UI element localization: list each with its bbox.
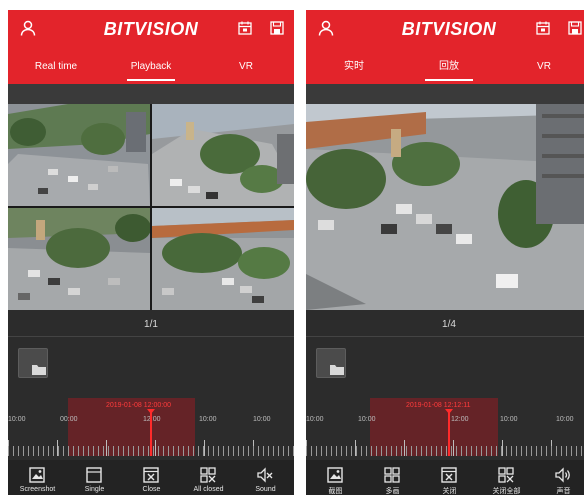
tab-real-time[interactable]: 实时 <box>314 54 394 84</box>
toolbar-label: Close <box>142 486 161 493</box>
screenshot-icon <box>28 466 46 484</box>
calendar-icon[interactable] <box>238 21 252 35</box>
timeline-timestamp: 2019-01-08 12:00:00 <box>106 402 171 409</box>
toolbar-label: Screenshot <box>19 486 56 493</box>
single-window-button[interactable]: Single <box>66 460 123 495</box>
playback-timeline[interactable]: 2019-01-08 12:00:00 10:00 00:00 12:00 10… <box>8 398 294 460</box>
video-single[interactable] <box>306 104 584 310</box>
app-header: BITVISION Real time Playback VR <box>8 10 294 84</box>
phone-screen-english: BITVISION Real time Playback VR 1/1 2019… <box>8 10 294 495</box>
camera-feed-fullscreen[interactable] <box>306 104 584 310</box>
all-closed-button[interactable]: All closed <box>180 460 237 495</box>
sound-muted-icon <box>256 466 274 484</box>
phone-screen-chinese: BITVISION 实时 回放 VR 1/4 2019-01-08 12:12:… <box>306 10 584 495</box>
camera-feed-2[interactable] <box>152 104 294 206</box>
screenshot-button[interactable]: 截图 <box>307 460 364 495</box>
all-closed-icon <box>497 466 515 484</box>
video-top-bar <box>8 84 294 104</box>
playhead-line[interactable] <box>448 410 450 456</box>
toolbar-label: 关闭 <box>442 488 457 495</box>
toolbar-label: All closed <box>193 486 224 493</box>
timeline-timestamp: 2019-01-08 12:12:11 <box>406 402 471 409</box>
screenshot-icon <box>326 466 344 484</box>
hour-label: 12:00 <box>451 416 469 423</box>
sound-button[interactable]: 声音 <box>535 460 584 495</box>
calendar-icon[interactable] <box>536 21 550 35</box>
all-closed-button[interactable]: 关闭全部 <box>478 460 535 495</box>
close-window-icon <box>142 466 160 484</box>
hour-label: 10:00 <box>306 416 324 423</box>
save-icon[interactable] <box>270 21 284 35</box>
hour-label: 10:00 <box>199 416 217 423</box>
toolbar-label: 声音 <box>556 488 571 495</box>
hour-label: 10:00 <box>500 416 518 423</box>
toolbar-label: 多画 <box>385 488 400 495</box>
single-window-icon <box>85 466 103 484</box>
hour-label: 10:00 <box>253 416 271 423</box>
timeline-ticks <box>306 446 584 456</box>
save-icon[interactable] <box>568 21 582 35</box>
toolbar-label: Single <box>84 486 105 493</box>
playhead-line[interactable] <box>150 410 152 456</box>
tab-vr[interactable]: VR <box>206 54 286 84</box>
tab-playback[interactable]: 回放 <box>409 54 489 84</box>
tab-playback[interactable]: Playback <box>111 54 191 84</box>
recordings-folder-button[interactable] <box>316 348 346 378</box>
hour-label: 10:00 <box>556 416 574 423</box>
divider <box>8 336 294 337</box>
multi-window-icon <box>383 466 401 484</box>
tab-vr[interactable]: VR <box>504 54 584 84</box>
tab-bar: 实时 回放 VR <box>306 54 584 84</box>
camera-feed-1[interactable] <box>8 104 150 206</box>
app-header: BITVISION 实时 回放 VR <box>306 10 584 84</box>
sound-on-icon <box>554 466 572 484</box>
bottom-toolbar: Screenshot Single Close All closed Sound <box>8 460 294 495</box>
page-indicator: 1/4 <box>442 319 456 330</box>
video-top-bar <box>306 84 584 104</box>
toolbar-label: 关闭全部 <box>492 488 521 495</box>
all-closed-icon <box>199 466 217 484</box>
recordings-folder-button[interactable] <box>18 348 48 378</box>
divider <box>306 336 584 337</box>
close-window-button[interactable]: Close <box>123 460 180 495</box>
bottom-toolbar: 截图 多画 关闭 关闭全部 声音 <box>306 460 584 495</box>
page-indicator: 1/1 <box>144 319 158 330</box>
toolbar-label: Sound <box>255 486 276 493</box>
tab-bar: Real time Playback VR <box>8 54 294 84</box>
multi-window-button[interactable]: 多画 <box>364 460 421 495</box>
playback-timeline[interactable]: 2019-01-08 12:12:11 10:00 10:00 12:00 10… <box>306 398 584 460</box>
toolbar-label: 截图 <box>328 488 343 495</box>
close-window-icon <box>440 466 458 484</box>
camera-feed-4[interactable] <box>152 208 294 310</box>
hour-label: 10:00 <box>8 416 26 423</box>
sound-button[interactable]: Sound <box>237 460 294 495</box>
hour-label: 00:00 <box>60 416 78 423</box>
screenshot-button[interactable]: Screenshot <box>9 460 66 495</box>
camera-feed-3[interactable] <box>8 208 150 310</box>
tab-real-time[interactable]: Real time <box>16 54 96 84</box>
hour-label: 10:00 <box>358 416 376 423</box>
video-grid[interactable] <box>8 104 294 310</box>
close-window-button[interactable]: 关闭 <box>421 460 478 495</box>
